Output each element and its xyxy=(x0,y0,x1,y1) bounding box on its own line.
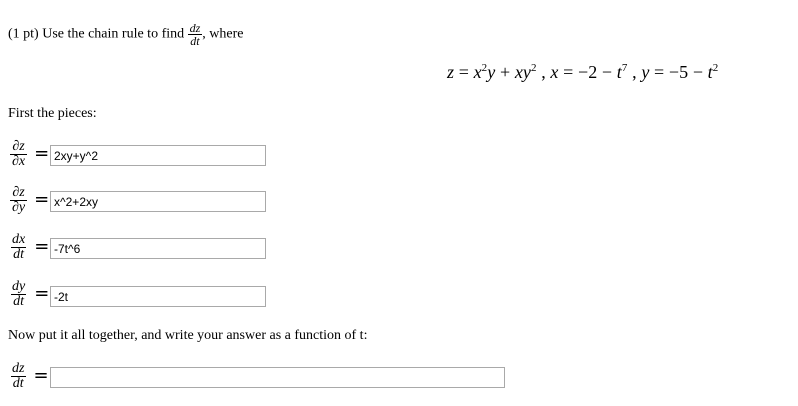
problem-prefix: Use the chain rule to find xyxy=(42,26,185,42)
piece-row-dzdx: ∂z ∂x = xyxy=(10,140,49,169)
eq-equals-1: = xyxy=(454,62,474,82)
dy-dt-input[interactable] xyxy=(50,286,266,307)
dz-dt-fraction: dz dt xyxy=(10,361,26,391)
target-derivative-denominator: dt xyxy=(188,34,202,48)
piece-row-dzdy: ∂z ∂y = xyxy=(10,186,49,215)
eq-minus-1: − xyxy=(597,62,617,82)
final-row-dzdt: dz dt = xyxy=(10,362,49,391)
dz-dx-input[interactable] xyxy=(50,145,266,166)
eq-neg2: −2 xyxy=(577,62,598,82)
eq-x3: x xyxy=(550,62,559,82)
problem-suffix: , where xyxy=(202,26,244,42)
pieces-heading: First the pieces: xyxy=(8,106,97,121)
eq-minus-2: − xyxy=(688,62,708,82)
target-derivative: dz dt xyxy=(188,22,203,47)
instruction-text: Now put it all together, and write your … xyxy=(8,328,368,343)
eq-comma-1: , xyxy=(536,62,551,82)
points-label: (1 pt) xyxy=(8,26,39,42)
dy-dt-fraction: dy dt xyxy=(11,279,27,309)
eq-exp-2c: 2 xyxy=(712,62,719,74)
dz-dy-fraction: ∂z ∂y xyxy=(10,185,28,215)
target-derivative-numerator: dz xyxy=(189,21,201,35)
eq-neg5: −5 xyxy=(668,62,689,82)
eq-x: x xyxy=(473,62,482,82)
piece-row-dydt: dy dt = xyxy=(10,280,49,309)
eq-y2: y xyxy=(522,62,531,82)
dx-dt-input[interactable] xyxy=(50,238,266,259)
dz-dy-input[interactable] xyxy=(50,191,266,212)
equals-sign: = xyxy=(34,188,50,210)
piece-row-dxdt: dx dt = xyxy=(10,233,49,262)
dz-dt-answer-input[interactable] xyxy=(50,367,505,388)
given-equation: z = x2y + xy2 , x = −2 − t7 , y = −5 − t… xyxy=(447,62,718,83)
equals-sign: = xyxy=(33,364,49,386)
equals-sign: = xyxy=(34,142,50,164)
eq-equals-2: = xyxy=(558,62,578,82)
equals-sign: = xyxy=(34,235,50,257)
problem-statement: (1 pt) Use the chain rule to find dz dt … xyxy=(8,22,244,47)
eq-comma-2: , xyxy=(627,62,642,82)
eq-equals-3: = xyxy=(649,62,669,82)
eq-plus: + xyxy=(495,62,515,82)
dx-dt-fraction: dx dt xyxy=(11,232,27,262)
dz-dx-fraction: ∂z ∂x xyxy=(10,139,28,169)
equals-sign: = xyxy=(34,282,50,304)
eq-x2: x xyxy=(514,62,523,82)
